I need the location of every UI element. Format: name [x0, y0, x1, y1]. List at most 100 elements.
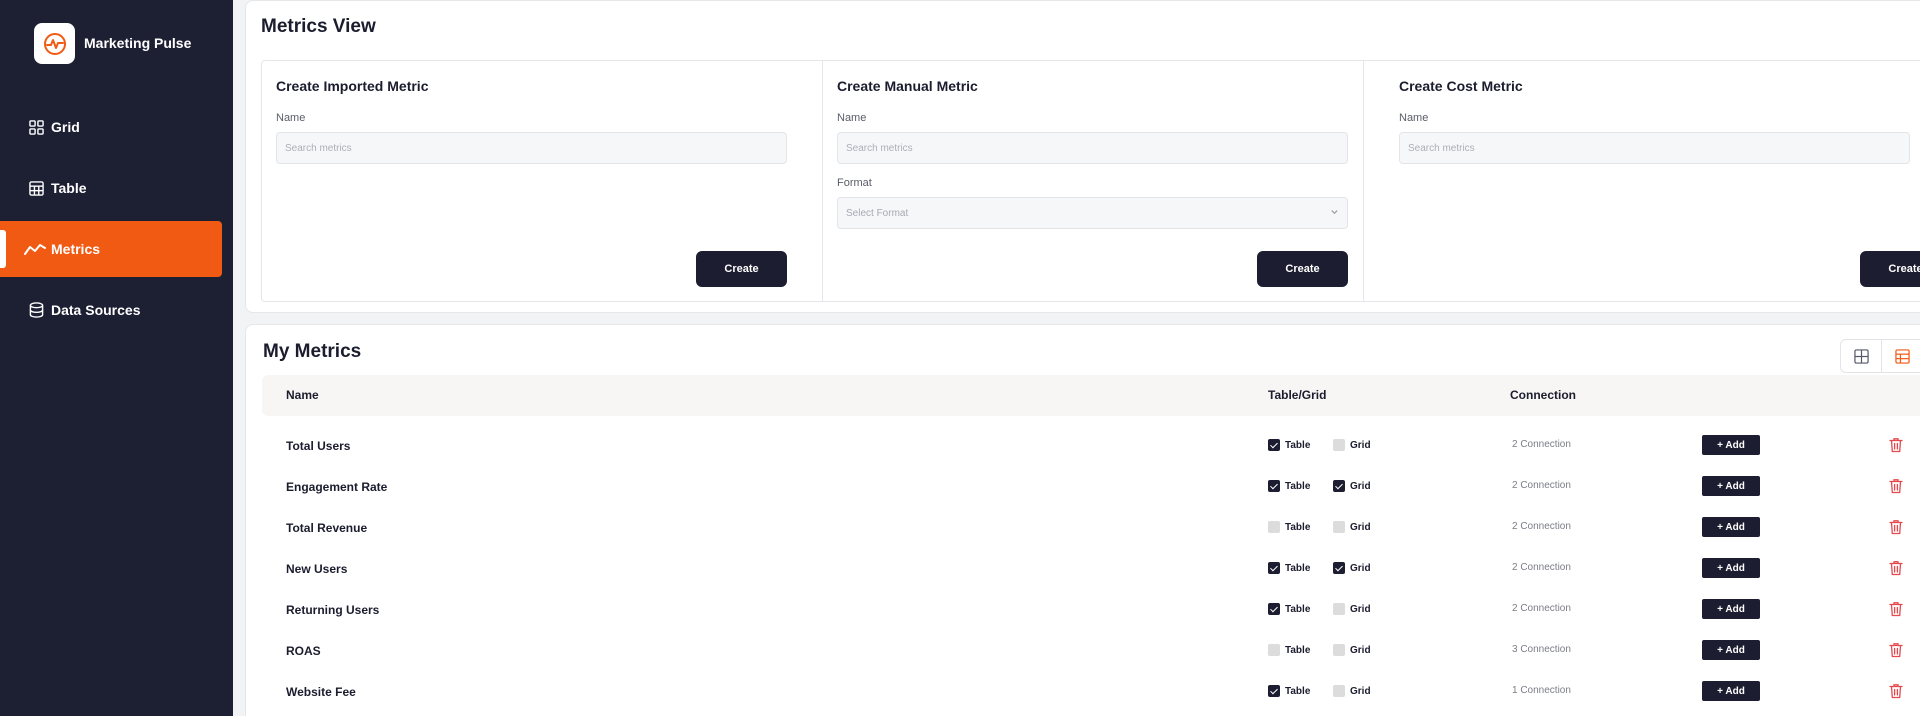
table-row: Engagement Rate Table Grid 2 Connection …: [262, 467, 1920, 508]
metrics-view-card: Metrics View Create Imported Metric Name…: [245, 0, 1920, 313]
metric-name: Total Revenue: [286, 521, 368, 535]
app-name: Marketing Pulse: [84, 35, 192, 51]
metric-name: Engagement Rate: [286, 480, 388, 494]
table-checkbox-label: Table: [1285, 439, 1311, 451]
sidebar-item-label: Data Sources: [51, 302, 141, 318]
table-view-button[interactable]: [1882, 340, 1920, 372]
metric-name: Total Users: [286, 439, 351, 453]
table-checkbox-group: Table: [1268, 562, 1310, 574]
add-connection-button[interactable]: + Add: [1702, 517, 1760, 537]
table-checkbox[interactable]: [1268, 480, 1280, 492]
add-connection-button[interactable]: + Add: [1702, 640, 1760, 660]
table-row: New Users Table Grid 2 Connection + Add: [262, 549, 1920, 590]
pulse-logo-icon[interactable]: [34, 23, 75, 64]
name-label: Name: [1399, 112, 1429, 124]
table-checkbox-label: Table: [1285, 644, 1311, 656]
sidebar: Marketing Pulse Grid Table Metrics Data …: [0, 0, 233, 716]
metric-name: Website Fee: [286, 685, 356, 699]
column-header-name: Name: [286, 388, 319, 402]
trend-line-icon: [24, 241, 46, 257]
table-row: Returning Users Table Grid 2 Connection …: [262, 590, 1920, 631]
add-connection-button[interactable]: + Add: [1702, 476, 1760, 496]
connection-count: 2 Connection: [1512, 439, 1571, 450]
page-title: Metrics View: [261, 16, 376, 37]
form-title: Create Imported Metric: [276, 78, 429, 94]
table-row: ROAS Table Grid 3 Connection + Add: [262, 631, 1920, 672]
trash-icon[interactable]: [1889, 601, 1905, 617]
sidebar-item-grid[interactable]: Grid: [0, 99, 222, 155]
cost-name-input[interactable]: [1399, 132, 1910, 164]
imported-name-input[interactable]: [276, 132, 787, 164]
column-header-table-grid: Table/Grid: [1268, 388, 1327, 402]
grid-checkbox[interactable]: [1333, 685, 1345, 697]
create-manual-metric-form: Create Manual Metric Name Format Select …: [823, 61, 1364, 301]
add-connection-button[interactable]: + Add: [1702, 435, 1760, 455]
section-title: My Metrics: [263, 341, 362, 362]
create-imported-metric-form: Create Imported Metric Name Create: [262, 61, 823, 301]
table-checkbox-label: Table: [1285, 603, 1311, 615]
table-header: Name Table/Grid Connection: [262, 375, 1920, 416]
trash-icon[interactable]: [1889, 519, 1905, 535]
create-imported-button[interactable]: Create: [696, 251, 787, 287]
create-manual-button[interactable]: Create: [1257, 251, 1348, 287]
grid-view-button[interactable]: [1841, 340, 1882, 372]
trash-icon[interactable]: [1889, 683, 1905, 699]
sidebar-item-table[interactable]: Table: [0, 160, 222, 216]
add-connection-button[interactable]: + Add: [1702, 681, 1760, 701]
sidebar-item-label: Metrics: [51, 241, 101, 257]
manual-name-input[interactable]: [837, 132, 1348, 164]
name-label: Name: [276, 112, 306, 124]
create-cost-metric-form: Create Cost Metric Name Create: [1364, 61, 1920, 301]
sidebar-item-data-sources[interactable]: Data Sources: [0, 282, 222, 338]
table-checkbox[interactable]: [1268, 644, 1280, 656]
grid-checkbox-label: Grid: [1350, 562, 1371, 574]
metric-name: ROAS: [286, 644, 321, 658]
grid-checkbox[interactable]: [1333, 562, 1345, 574]
table-checkbox-group: Table: [1268, 603, 1310, 615]
format-label: Format: [837, 177, 872, 189]
grid-checkbox-group: Grid: [1333, 644, 1371, 656]
table-row: Total Revenue Table Grid 2 Connection + …: [262, 508, 1920, 549]
sidebar-item-label: Grid: [51, 119, 80, 135]
grid-checkbox-label: Grid: [1350, 439, 1371, 451]
table-checkbox[interactable]: [1268, 685, 1280, 697]
grid-checkbox[interactable]: [1333, 480, 1345, 492]
name-label: Name: [837, 112, 867, 124]
form-title: Create Manual Metric: [837, 78, 978, 94]
grid-checkbox-group: Grid: [1333, 562, 1371, 574]
grid-checkbox-label: Grid: [1350, 644, 1371, 656]
grid-checkbox[interactable]: [1333, 644, 1345, 656]
format-select-value: Select Format: [846, 207, 909, 219]
add-connection-button[interactable]: + Add: [1702, 599, 1760, 619]
table-icon: [28, 180, 44, 196]
table-checkbox[interactable]: [1268, 603, 1280, 615]
chevron-down-icon: [1330, 207, 1339, 219]
trash-icon[interactable]: [1889, 437, 1905, 453]
grid-checkbox-label: Grid: [1350, 603, 1371, 615]
column-header-connection: Connection: [1510, 388, 1576, 402]
table-row: Website Fee Table Grid 1 Connection + Ad…: [262, 672, 1920, 713]
grid-checkbox-label: Grid: [1350, 521, 1371, 533]
create-metric-forms: Create Imported Metric Name Create Creat…: [261, 60, 1920, 302]
table-checkbox[interactable]: [1268, 439, 1280, 451]
my-metrics-card: My Metrics Name Table/Grid Connection To…: [245, 324, 1920, 716]
grid-checkbox[interactable]: [1333, 439, 1345, 451]
trash-icon[interactable]: [1889, 478, 1905, 494]
trash-icon[interactable]: [1889, 560, 1905, 576]
add-connection-button[interactable]: + Add: [1702, 558, 1760, 578]
grid-checkbox-group: Grid: [1333, 603, 1371, 615]
format-select[interactable]: Select Format: [837, 197, 1348, 229]
sidebar-item-metrics[interactable]: Metrics: [0, 221, 222, 277]
database-icon: [28, 302, 44, 318]
trash-icon[interactable]: [1889, 642, 1905, 658]
table-checkbox-group: Table: [1268, 439, 1310, 451]
table-checkbox[interactable]: [1268, 521, 1280, 533]
table-checkbox[interactable]: [1268, 562, 1280, 574]
table-row: Total Users Table Grid 2 Connection + Ad…: [262, 426, 1920, 467]
grid-checkbox-group: Grid: [1333, 480, 1371, 492]
grid-icon: [28, 119, 44, 135]
sidebar-item-label: Table: [51, 180, 87, 196]
create-cost-button[interactable]: Create: [1860, 251, 1920, 287]
grid-checkbox[interactable]: [1333, 521, 1345, 533]
grid-checkbox[interactable]: [1333, 603, 1345, 615]
